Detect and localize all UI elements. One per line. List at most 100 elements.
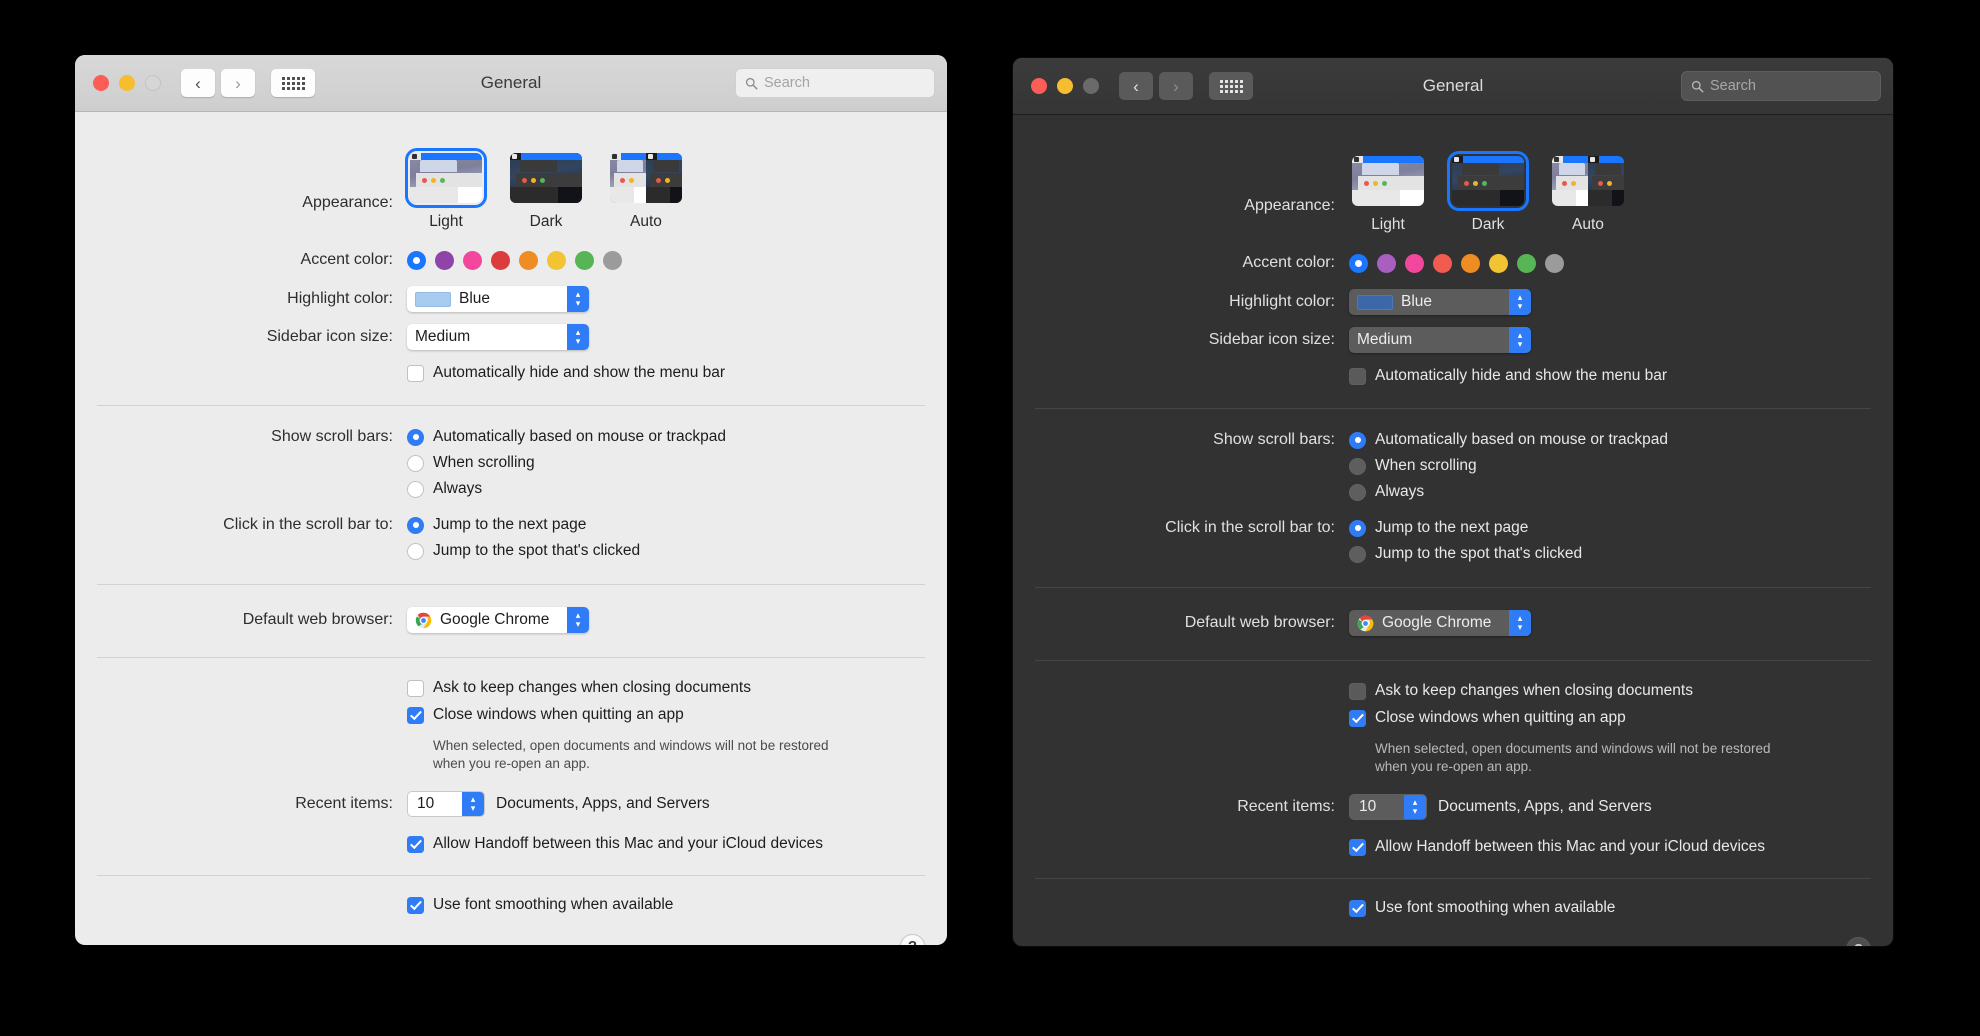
font-smoothing-row[interactable]: Use font smoothing when available	[407, 896, 673, 914]
appearance-thumb-light[interactable]	[1349, 153, 1427, 209]
scrollbars-option-when-scrolling[interactable]: When scrolling	[407, 454, 726, 472]
handoff-row[interactable]: Allow Handoff between this Mac and your …	[407, 835, 823, 853]
appearance-option-dark[interactable]: Dark	[1447, 151, 1529, 234]
menubar-autohide-checkbox[interactable]	[1349, 367, 1366, 385]
sidebar-icon-size-dropdown[interactable]: Medium ▴ ▾	[1349, 327, 1531, 353]
chevron-updown-icon[interactable]: ▴ ▾	[1509, 289, 1531, 315]
scrollbars-option-auto[interactable]: Automatically based on mouse or trackpad	[1349, 431, 1668, 449]
ask-keep-changes-row[interactable]: Ask to keep changes when closing documen…	[1349, 682, 1805, 700]
radio-button[interactable]	[407, 428, 424, 446]
accent-swatch-pink[interactable]	[463, 251, 482, 270]
appearance-thumb-light[interactable]	[405, 148, 487, 208]
radio-button[interactable]	[1349, 483, 1366, 501]
scrollclick-option-spot-clicked[interactable]: Jump to the spot that's clicked	[1349, 545, 1582, 563]
ask-keep-changes-checkbox[interactable]	[407, 679, 424, 697]
font-smoothing-checkbox[interactable]	[407, 896, 424, 914]
accent-swatch-orange[interactable]	[519, 251, 538, 270]
chevron-updown-icon[interactable]: ▴ ▾	[567, 286, 589, 312]
help-button[interactable]: ?	[900, 934, 925, 945]
scrollbars-option-always[interactable]: Always	[407, 480, 726, 498]
accent-swatch-red[interactable]	[491, 251, 510, 270]
sidebar-icon-size-label: Sidebar icon size:	[266, 328, 393, 345]
accent-swatch-gray[interactable]	[603, 251, 622, 270]
radio-button[interactable]	[407, 516, 424, 534]
show-all-button[interactable]	[271, 69, 315, 97]
accent-swatch-green[interactable]	[1517, 254, 1536, 273]
default-browser-dropdown[interactable]: Google Chrome ▴ ▾	[407, 607, 589, 633]
radio-button[interactable]	[407, 542, 424, 560]
accent-swatch-green[interactable]	[575, 251, 594, 270]
accent-swatch-yellow[interactable]	[1489, 254, 1508, 273]
chevron-updown-icon[interactable]: ▴ ▾	[1509, 327, 1531, 353]
scroll-bars-label: Show scroll bars:	[1213, 431, 1335, 448]
appearance-option-auto[interactable]: Auto	[607, 150, 685, 231]
accent-swatch-orange[interactable]	[1461, 254, 1480, 273]
stepper-arrows-icon[interactable]: ▴ ▾	[462, 792, 484, 817]
forward-button[interactable]: ›	[221, 69, 255, 97]
menubar-autohide-checkbox[interactable]	[407, 364, 424, 382]
scrollclick-option-spot-clicked[interactable]: Jump to the spot that's clicked	[407, 542, 640, 560]
help-button[interactable]: ?	[1846, 937, 1871, 946]
appearance-thumb-dark[interactable]	[1447, 151, 1529, 211]
default-browser-dropdown[interactable]: Google Chrome ▴ ▾	[1349, 610, 1531, 636]
minimize-button[interactable]	[1057, 78, 1073, 94]
ask-keep-changes-checkbox[interactable]	[1349, 682, 1366, 700]
close-windows-row[interactable]: Close windows when quitting an app	[407, 706, 863, 724]
appearance-option-auto[interactable]: Auto	[1549, 153, 1627, 234]
scrollbars-option-when-scrolling[interactable]: When scrolling	[1349, 457, 1668, 475]
font-smoothing-checkbox[interactable]	[1349, 899, 1366, 917]
forward-button[interactable]: ›	[1159, 72, 1193, 100]
radio-button[interactable]	[407, 480, 424, 498]
highlight-color-dropdown[interactable]: Blue ▴ ▾	[1349, 289, 1531, 315]
accent-swatch-blue[interactable]	[407, 251, 426, 270]
accent-swatch-gray[interactable]	[1545, 254, 1564, 273]
radio-button[interactable]	[1349, 457, 1366, 475]
handoff-checkbox[interactable]	[407, 835, 424, 853]
search-field[interactable]: Search	[735, 68, 935, 98]
ask-keep-changes-row[interactable]: Ask to keep changes when closing documen…	[407, 679, 863, 697]
appearance-option-light[interactable]: Light	[405, 148, 487, 231]
accent-swatch-yellow[interactable]	[547, 251, 566, 270]
accent-swatch-blue[interactable]	[1349, 254, 1368, 273]
handoff-row[interactable]: Allow Handoff between this Mac and your …	[1349, 838, 1765, 856]
radio-button[interactable]	[1349, 519, 1366, 537]
chevron-updown-icon[interactable]: ▴ ▾	[567, 324, 589, 350]
accent-swatch-purple[interactable]	[1377, 254, 1396, 273]
appearance-option-dark[interactable]: Dark	[507, 150, 585, 231]
chevron-updown-icon[interactable]: ▴ ▾	[1509, 610, 1531, 636]
handoff-checkbox[interactable]	[1349, 838, 1366, 856]
scrollbars-option-always[interactable]: Always	[1349, 483, 1668, 501]
close-button[interactable]	[1031, 78, 1047, 94]
back-button[interactable]: ‹	[181, 69, 215, 97]
recent-items-stepper[interactable]: 10 ▴ ▾	[407, 791, 485, 818]
search-field[interactable]: Search	[1681, 71, 1881, 101]
appearance-option-light[interactable]: Light	[1349, 153, 1427, 234]
appearance-thumb-auto[interactable]	[607, 150, 685, 206]
stepper-arrows-icon[interactable]: ▴ ▾	[1404, 795, 1426, 820]
scrollclick-option-next-page[interactable]: Jump to the next page	[407, 516, 640, 534]
highlight-color-dropdown[interactable]: Blue ▴ ▾	[407, 286, 589, 312]
close-button[interactable]	[93, 75, 109, 91]
radio-button[interactable]	[407, 454, 424, 472]
accent-swatch-red[interactable]	[1433, 254, 1452, 273]
recent-items-stepper[interactable]: 10 ▴ ▾	[1349, 794, 1427, 821]
appearance-thumb-dark[interactable]	[507, 150, 585, 206]
accent-swatch-pink[interactable]	[1405, 254, 1424, 273]
chevron-updown-icon[interactable]: ▴ ▾	[567, 607, 589, 633]
scrollbars-option-auto[interactable]: Automatically based on mouse or trackpad	[407, 428, 726, 446]
close-windows-checkbox[interactable]	[407, 706, 424, 724]
scrollclick-option-next-page[interactable]: Jump to the next page	[1349, 519, 1582, 537]
show-all-button[interactable]	[1209, 72, 1253, 100]
font-smoothing-row[interactable]: Use font smoothing when available	[1349, 899, 1615, 917]
radio-button[interactable]	[1349, 431, 1366, 449]
menubar-autohide-checkbox-row[interactable]: Automatically hide and show the menu bar	[407, 364, 725, 382]
accent-swatch-purple[interactable]	[435, 251, 454, 270]
minimize-button[interactable]	[119, 75, 135, 91]
close-windows-checkbox[interactable]	[1349, 709, 1366, 727]
back-button[interactable]: ‹	[1119, 72, 1153, 100]
radio-button[interactable]	[1349, 545, 1366, 563]
sidebar-icon-size-dropdown[interactable]: Medium ▴ ▾	[407, 324, 589, 350]
menubar-autohide-checkbox-row[interactable]: Automatically hide and show the menu bar	[1349, 367, 1667, 385]
close-windows-row[interactable]: Close windows when quitting an app	[1349, 709, 1805, 727]
appearance-thumb-auto[interactable]	[1549, 153, 1627, 209]
